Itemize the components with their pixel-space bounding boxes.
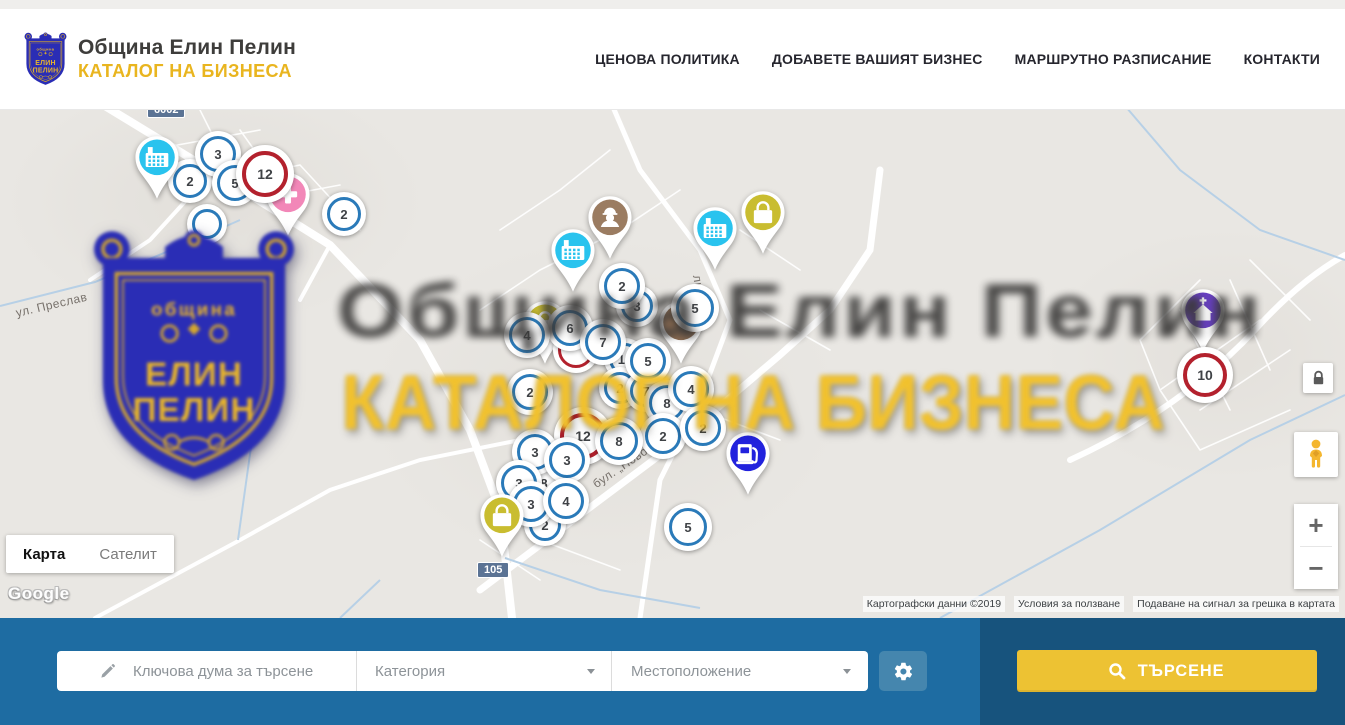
pegman-button[interactable] (1294, 432, 1338, 477)
cluster-count: 2 (340, 207, 347, 222)
cluster-count: 3 (563, 453, 570, 468)
cluster-count: 6 (566, 321, 573, 336)
map-markers: 235122 313227825647528422128333345 (0, 110, 1345, 618)
attribution-copyright: Картографски данни ©2019 (863, 596, 1005, 612)
brand-text: Община Елин Пелин КАТАЛОГ НА БИЗНЕСА (78, 36, 296, 82)
map-cluster-marker[interactable]: 10 (1177, 347, 1233, 403)
zoom-control: + − (1294, 504, 1338, 589)
svg-text:ПЕЛИН: ПЕЛИН (33, 67, 59, 74)
map-cluster-marker[interactable]: 2 (640, 413, 686, 459)
svg-text:община: община (37, 46, 55, 51)
search-icon (1108, 662, 1126, 680)
nav-item[interactable]: КОНТАКТИ (1244, 51, 1320, 67)
map-cluster-marker[interactable]: 5 (625, 338, 671, 384)
svg-text:ЕЛИН: ЕЛИН (35, 60, 56, 67)
pencil-icon (99, 663, 116, 680)
pin-worker-icon[interactable] (582, 193, 638, 261)
map-cluster-marker[interactable]: 12 (236, 145, 294, 203)
brand[interactable]: община ЕЛИН ПЕЛИН Община Елин Пелин КАТА… (22, 29, 296, 90)
map-cluster-marker[interactable]: 2 (599, 263, 645, 309)
nav-item[interactable]: МАРШРУТНО РАЗПИСАНИЕ (1015, 51, 1212, 67)
maptype-satellite-button[interactable]: Сателит (82, 535, 174, 573)
cluster-count: 12 (257, 166, 273, 182)
gear-icon (893, 661, 914, 682)
map-cluster-marker[interactable]: 7 (580, 319, 626, 365)
cluster-count: 2 (526, 385, 533, 400)
category-select-value: Категория (375, 663, 587, 680)
maptype-map-button[interactable]: Карта (6, 535, 82, 573)
pin-church-icon[interactable] (1175, 286, 1231, 354)
brand-subtitle: КАТАЛОГ НА БИЗНЕСА (78, 61, 296, 82)
map-cluster-marker[interactable]: 2 (322, 192, 366, 236)
search-bar: Категория Местоположение ТЪРСЕНЕ (0, 618, 1345, 725)
search-fields: Категория Местоположение (57, 651, 868, 691)
chevron-down-icon (843, 669, 851, 674)
pin-bag-icon[interactable] (474, 491, 530, 559)
chevron-down-icon (587, 669, 595, 674)
cluster-count: 5 (684, 520, 691, 535)
cluster-count: 5 (691, 301, 698, 316)
main-nav: ЦЕНОВА ПОЛИТИКА ДОБАВЕТЕ ВАШИЯТ БИЗНЕС МАР… (595, 51, 1320, 67)
map-attribution: Картографски данни ©2019 Условия за полз… (863, 596, 1339, 612)
cluster-count: 4 (687, 382, 694, 397)
pin-fuel-icon[interactable] (720, 429, 776, 497)
search-button-label: ТЪРСЕНЕ (1138, 661, 1225, 681)
page: община ЕЛИН ПЕЛИН Община Елин Пелин КАТА… (0, 0, 1345, 725)
search-button[interactable]: ТЪРСЕНЕ (1017, 650, 1317, 692)
map-canvas[interactable]: ул. Преславбул. „Новоселлци" 6002105 235… (0, 110, 1345, 618)
category-select[interactable]: Категория (357, 651, 612, 691)
nav-item[interactable]: ЦЕНОВА ПОЛИТИКА (595, 51, 740, 67)
google-logo[interactable]: Google (8, 584, 70, 604)
cluster-count: 2 (618, 279, 625, 294)
municipality-crest-logo: община ЕЛИН ПЕЛИН (22, 29, 69, 90)
cluster-count: 2 (659, 429, 666, 444)
zoom-out-button[interactable]: − (1294, 547, 1338, 589)
cluster-ring (192, 209, 222, 239)
keyword-field-wrap (57, 651, 357, 691)
cluster-count: 7 (599, 335, 606, 350)
brand-title: Община Елин Пелин (78, 36, 296, 60)
cluster-count: 3 (531, 445, 538, 460)
map-cluster-marker[interactable]: 2 (507, 369, 553, 415)
lock-button[interactable] (1303, 363, 1333, 393)
keyword-search-input[interactable] (133, 663, 356, 680)
pin-bag-icon[interactable] (735, 188, 791, 256)
maptype-control: Карта Сателит (6, 535, 174, 573)
pin-factory-icon[interactable] (129, 133, 185, 201)
settings-button[interactable] (879, 651, 927, 691)
lock-icon (1311, 370, 1326, 386)
pegman-icon (1305, 439, 1327, 471)
attribution-report-link[interactable]: Подаване на сигнал за грешка в картата (1133, 596, 1339, 612)
cluster-count: 8 (615, 434, 622, 449)
map-cluster-marker[interactable]: 3 (544, 437, 590, 483)
map-cluster-marker[interactable]: 4 (504, 312, 550, 358)
cluster-count: 10 (1197, 367, 1213, 383)
zoom-in-button[interactable]: + (1294, 504, 1338, 546)
cluster-count: 2 (186, 174, 193, 189)
cluster-count: 5 (644, 354, 651, 369)
cluster-count: 4 (523, 328, 530, 343)
cluster-count: 2 (616, 381, 623, 396)
nav-item[interactable]: ДОБАВЕТЕ ВАШИЯТ БИЗНЕС (772, 51, 983, 67)
map-cluster-marker[interactable]: 4 (543, 478, 589, 524)
map-cluster-marker[interactable]: 8 (595, 417, 643, 465)
header: община ЕЛИН ПЕЛИН Община Елин Пелин КАТА… (0, 9, 1345, 110)
location-select-value: Местоположение (631, 663, 843, 680)
map-cluster-marker[interactable]: 5 (671, 284, 719, 332)
cluster-count: 2 (699, 421, 706, 436)
cluster-count: 4 (562, 494, 569, 509)
map-cluster-marker[interactable] (187, 204, 227, 244)
map-cluster-marker[interactable]: 5 (664, 503, 712, 551)
attribution-terms-link[interactable]: Условия за ползване (1014, 596, 1124, 612)
top-strip (0, 0, 1345, 9)
location-select[interactable]: Местоположение (612, 651, 867, 691)
cluster-count: 3 (214, 147, 221, 162)
